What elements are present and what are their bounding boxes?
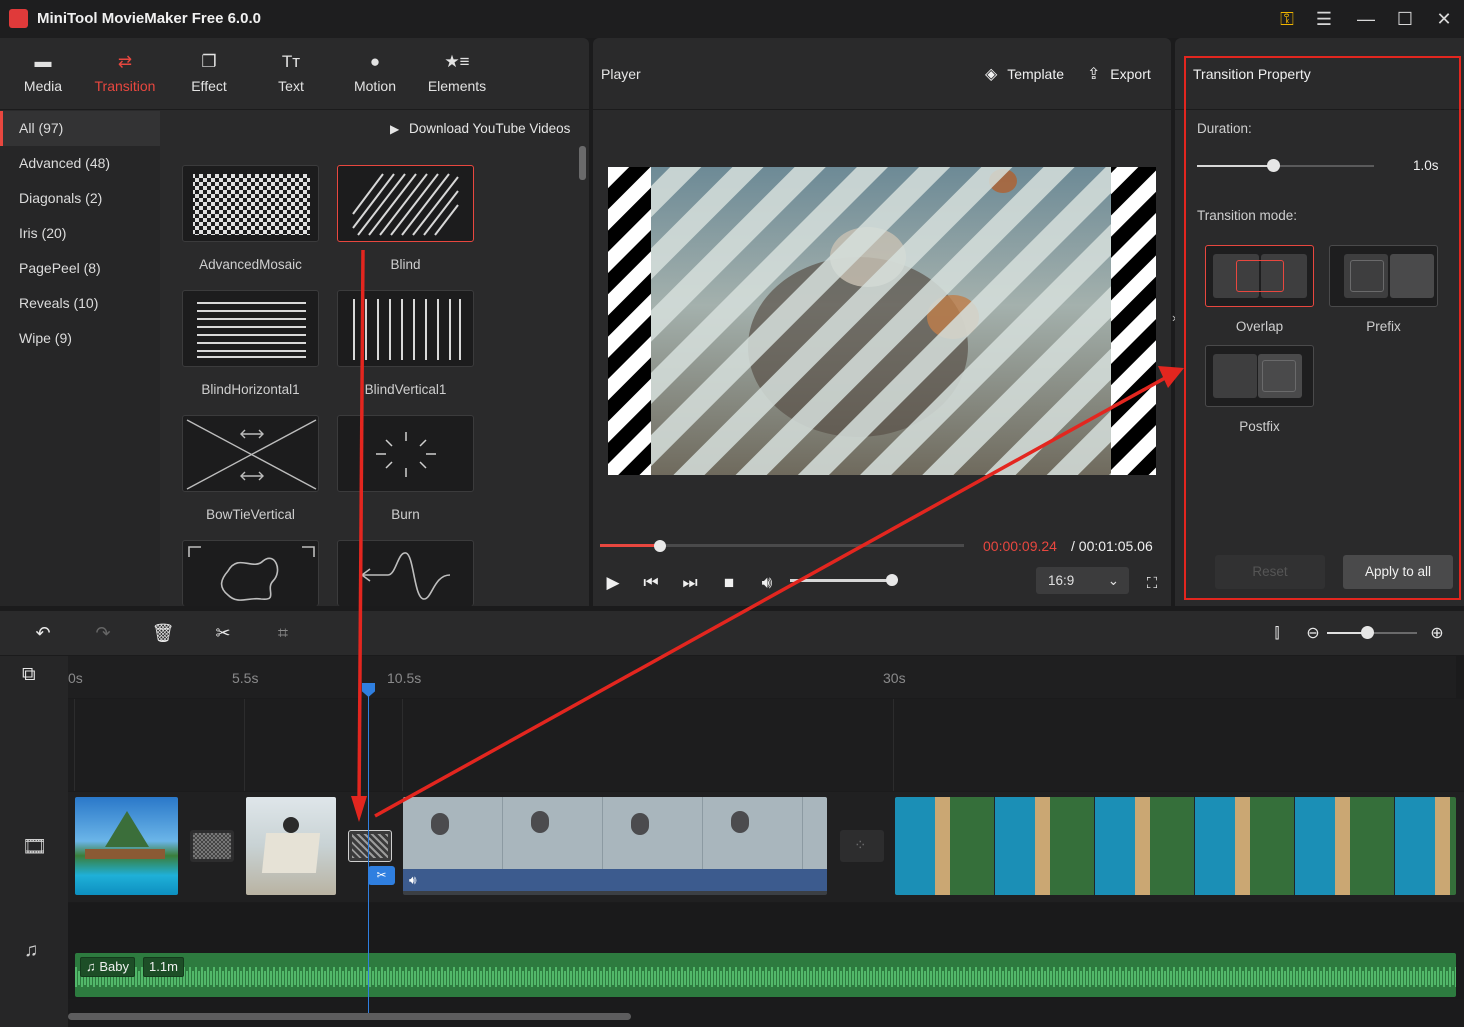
annotation-arrows [351, 249, 1184, 822]
